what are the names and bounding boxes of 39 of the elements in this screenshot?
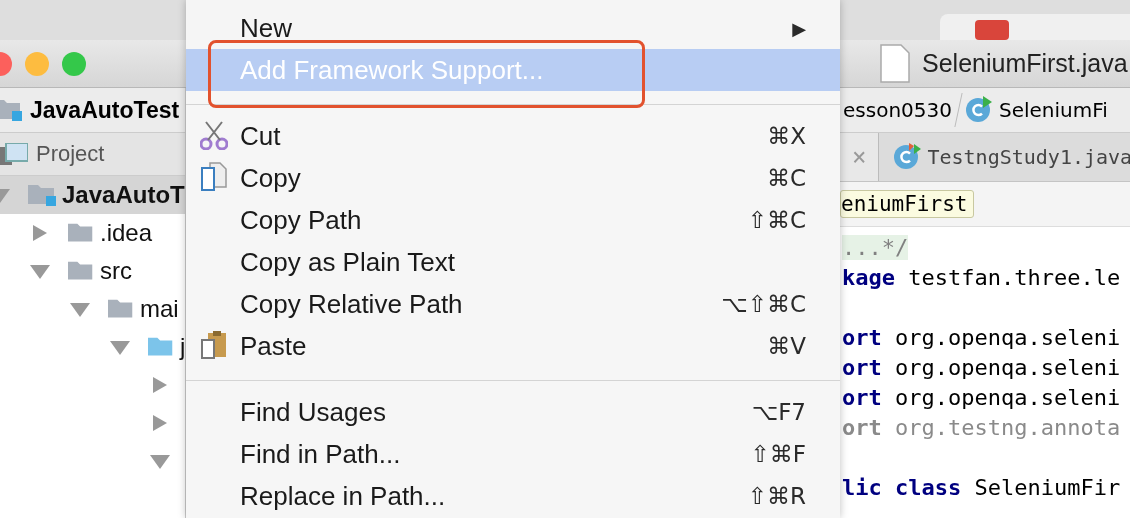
tree-item-label[interactable]: j	[180, 333, 185, 361]
zoom-button[interactable]	[62, 51, 86, 76]
menu-item[interactable]: Paste ⌘V	[186, 325, 840, 367]
scissors-icon	[200, 120, 228, 150]
breadcrumb[interactable]: esson0530	[843, 98, 952, 122]
file-icon	[880, 43, 910, 84]
copy-icon	[200, 162, 228, 192]
code-line: ort org.testng.annota	[841, 414, 1122, 442]
window-title: SeleniumFirst.java	[922, 49, 1128, 78]
code-line: kage testfan.three.le	[841, 264, 1122, 292]
project-view-icon	[0, 143, 28, 165]
class-icon	[964, 96, 993, 124]
menu-item[interactable]: Find in Path... ⇧⌘F	[186, 433, 840, 475]
menu-item[interactable]: Cut ⌘X	[186, 115, 840, 157]
menu-item[interactable]: Copy Relative Path ⌥⇧⌘C	[186, 283, 840, 325]
menu-item[interactable]: Replace in Path... ⇧⌘R	[186, 475, 840, 517]
tree-item-label[interactable]: .idea	[100, 219, 153, 247]
code-line: ort org.openqa.seleni	[841, 354, 1122, 382]
tree-item-label[interactable]: src	[100, 257, 132, 285]
paste-icon	[200, 330, 228, 360]
code-line: ort org.openqa.seleni	[841, 324, 1122, 352]
menu-item[interactable]: Find Usages ⌥F7	[186, 391, 840, 433]
menu-item[interactable]: Copy Path ⇧⌘C	[186, 199, 840, 241]
collapse-arrow-icon[interactable]	[110, 339, 130, 355]
menu-item[interactable]: Copy ⌘C	[186, 157, 840, 199]
class-name-tag: eniumFirst	[840, 190, 975, 218]
tab-icon	[975, 20, 1009, 40]
folder-icon	[0, 97, 24, 123]
breadcrumb[interactable]: SeleniumFi	[998, 98, 1108, 122]
folder-icon	[28, 182, 58, 208]
tree-item-label[interactable]: mai	[140, 295, 179, 323]
collapse-arrow-icon[interactable]	[150, 453, 170, 469]
class-icon	[893, 143, 922, 171]
collapse-arrow-icon[interactable]	[70, 301, 90, 317]
code-line: lic class SeleniumFir	[841, 474, 1122, 502]
collapse-arrow-icon[interactable]	[30, 263, 50, 279]
code-line: ort org.openqa.seleni	[841, 384, 1122, 412]
menu-item[interactable]: Copy as Plain Text	[186, 241, 840, 283]
menu-item[interactable]: New ▶	[186, 7, 840, 49]
